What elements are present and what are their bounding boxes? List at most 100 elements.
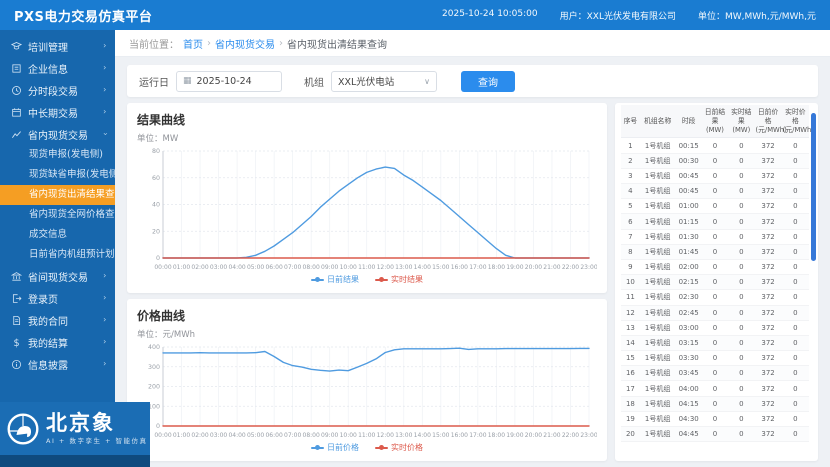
- sidebar-item-my-settlement[interactable]: $我的结算›: [0, 331, 115, 353]
- table-cell: 00:30: [676, 153, 702, 168]
- table-cell: 0: [782, 229, 809, 244]
- table-row: 51号机组01:00003720: [621, 199, 809, 214]
- table-cell: 1号机组: [640, 320, 676, 335]
- result-curve-legend: 日前结果 实时结果: [137, 273, 597, 286]
- table-cell: 0: [782, 244, 809, 259]
- sidebar-menu: 培训管理›企业信息›分时段交易›中长期交易›省内现货交易›现货申报(发电侧)现货…: [0, 30, 115, 375]
- sidebar-subitem-spot-grid-price-query[interactable]: 省内现货全网价格查询: [0, 205, 115, 225]
- table-cell: 0: [782, 184, 809, 199]
- table-cell: 10: [621, 275, 640, 290]
- svg-text:08:00: 08:00: [303, 432, 320, 439]
- sidebar-item-provincial-spot-trading[interactable]: 省内现货交易›: [0, 123, 115, 145]
- table-cell: 03:00: [676, 320, 702, 335]
- table-cell: 01:45: [676, 244, 702, 259]
- sidebar-subitem-day-ahead-unit-plan[interactable]: 日前省内机组预计划: [0, 245, 115, 265]
- svg-text:00:00: 00:00: [154, 432, 171, 439]
- table-cell: 02:15: [676, 275, 702, 290]
- table-scrollbar[interactable]: [811, 113, 816, 261]
- breadcrumb-separator: ›: [279, 38, 283, 49]
- breadcrumb-section-link[interactable]: 省内现货交易: [215, 36, 275, 51]
- sidebar-item-login-page[interactable]: 登录页›: [0, 287, 115, 309]
- table-cell: 4: [621, 184, 640, 199]
- sidebar-item-time-slot-trading[interactable]: 分时段交易›: [0, 79, 115, 101]
- table-cell: 0: [702, 381, 728, 396]
- sidebar-item-info-disclosure[interactable]: 信息披露›: [0, 353, 115, 375]
- legend-item[interactable]: 日前价格: [311, 442, 359, 453]
- table-row: 191号机组04:30003720: [621, 411, 809, 426]
- columns: 结果曲线 单位：MW 00:0001:0002:0003:0004:0005:0…: [127, 103, 818, 461]
- table-cell: 6: [621, 214, 640, 229]
- breadcrumb-home-link[interactable]: 首页: [183, 36, 203, 51]
- table-row: 111号机组02:30003720: [621, 290, 809, 305]
- table-cell: 7: [621, 229, 640, 244]
- legend-item[interactable]: 日前结果: [311, 274, 359, 285]
- sidebar-item-enterprise-info[interactable]: 企业信息›: [0, 57, 115, 79]
- table-cell: 16: [621, 366, 640, 381]
- svg-text:10:00: 10:00: [340, 432, 357, 439]
- table-cell: 1号机组: [640, 396, 676, 411]
- sidebar-subitem-spot-clearing-result-query[interactable]: 省内现货出清结果查询: [0, 185, 115, 205]
- table-cell: 9: [621, 259, 640, 274]
- unit-select[interactable]: XXL光伏电站 ∨: [331, 71, 437, 92]
- table-cell: 0: [728, 138, 754, 153]
- svg-text:14:00: 14:00: [414, 432, 431, 439]
- svg-text:200: 200: [148, 384, 160, 391]
- svg-text:60: 60: [152, 175, 160, 182]
- table-cell: 3: [621, 168, 640, 183]
- sidebar-item-label: 我的合同: [28, 313, 68, 328]
- table-cell: 0: [702, 411, 728, 426]
- sidebar-item-training-management[interactable]: 培训管理›: [0, 35, 115, 57]
- filter-bar: 运行日 ▦ 2025-10-24 机组 XXL光伏电站 ∨ 查询: [127, 65, 818, 97]
- table-cell: 0: [782, 153, 809, 168]
- info-icon: [11, 359, 22, 370]
- svg-text:21:00: 21:00: [543, 432, 560, 439]
- brand-footer-strip: [0, 455, 150, 467]
- board-icon: [11, 63, 22, 74]
- legend-item[interactable]: 实时价格: [375, 442, 423, 453]
- chevron-down-icon: ›: [101, 132, 110, 135]
- svg-text:80: 80: [152, 148, 160, 155]
- sidebar-subitem-spot-default-declaration[interactable]: 现货缺省申报(发电侧): [0, 165, 115, 185]
- legend-label: 日前价格: [327, 442, 359, 453]
- query-button[interactable]: 查询: [461, 71, 515, 92]
- table-cell: 8: [621, 244, 640, 259]
- chevron-right-icon: ›: [104, 272, 107, 281]
- table-cell: 0: [728, 366, 754, 381]
- sidebar-subitem-spot-declaration[interactable]: 现货申报(发电侧): [0, 145, 115, 165]
- table-row: 171号机组04:00003720: [621, 381, 809, 396]
- svg-text:22:00: 22:00: [562, 264, 579, 271]
- table-cell: 372: [754, 153, 781, 168]
- table-cell: 00:15: [676, 138, 702, 153]
- table-cell: 0: [782, 199, 809, 214]
- table-cell: 1号机组: [640, 244, 676, 259]
- brand-text: 北京象 AI + 数字孪生 + 智能仿真: [46, 412, 148, 445]
- sidebar-subitem-deal-info[interactable]: 成交信息: [0, 225, 115, 245]
- table-cell: 0: [702, 335, 728, 350]
- table-cell: 03:45: [676, 366, 702, 381]
- table-cell: 372: [754, 411, 781, 426]
- svg-text:00:00: 00:00: [154, 264, 171, 271]
- brand-logo: 北京象 AI + 数字孪生 + 智能仿真: [0, 402, 150, 455]
- table-cell: 0: [702, 184, 728, 199]
- table-cell: 372: [754, 320, 781, 335]
- sidebar-item-mid-long-term-trading[interactable]: 中长期交易›: [0, 101, 115, 123]
- svg-text:15:00: 15:00: [432, 264, 449, 271]
- table-cell: 1号机组: [640, 411, 676, 426]
- legend-marker-icon: [311, 279, 324, 281]
- table-cell: 372: [754, 229, 781, 244]
- table-cell: 0: [702, 396, 728, 411]
- brand-subtitle: AI + 数字孪生 + 智能仿真: [46, 435, 148, 445]
- legend-item[interactable]: 实时结果: [375, 274, 423, 285]
- table-cell: 1号机组: [640, 335, 676, 350]
- run-date-input[interactable]: ▦ 2025-10-24: [176, 71, 282, 92]
- table-cell: 0: [728, 168, 754, 183]
- sidebar-item-interprovincial-spot-trading[interactable]: 省间现货交易 ›: [0, 265, 115, 287]
- topbar-status: 2025-10-24 10:05:00 用户：XXL光伏发电有限公司 单位：MW…: [442, 9, 816, 22]
- sidebar-item-my-contracts[interactable]: 我的合同›: [0, 309, 115, 331]
- table-cell: 01:00: [676, 199, 702, 214]
- svg-text:01:00: 01:00: [173, 432, 190, 439]
- sidebar-item-label: 省间现货交易: [28, 269, 88, 284]
- unit-select-label: 机组: [304, 74, 324, 89]
- svg-text:05:00: 05:00: [247, 264, 264, 271]
- chevron-right-icon: ›: [104, 338, 107, 347]
